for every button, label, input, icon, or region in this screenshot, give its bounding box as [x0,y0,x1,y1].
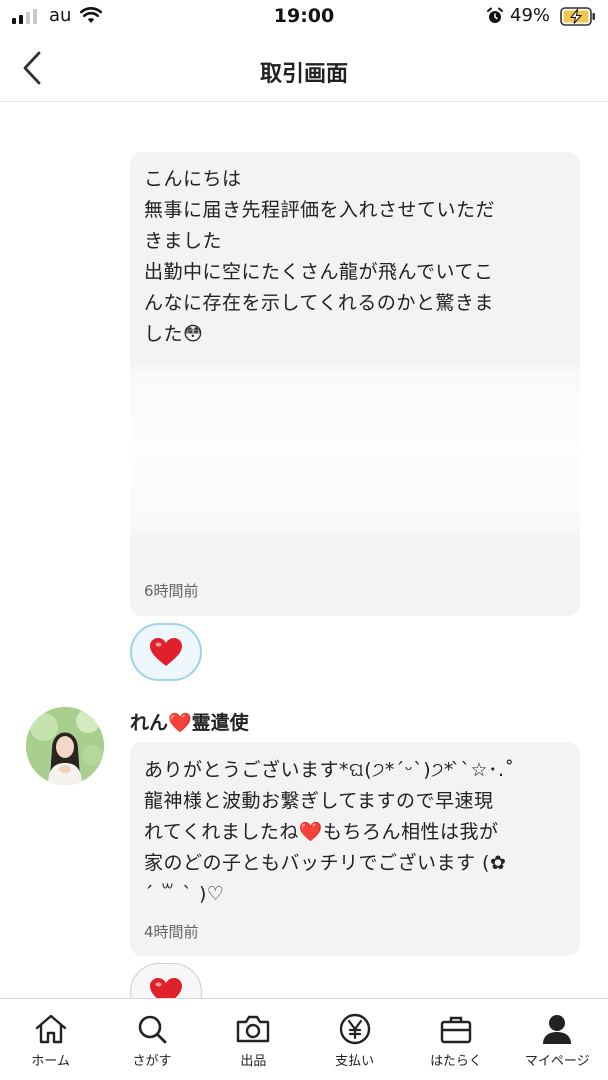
page-title: 取引画面 [259,62,348,87]
search-icon [138,1015,167,1044]
tab-label: 出品 [240,1054,267,1069]
obscured-content [130,362,580,537]
yen-icon [339,1013,370,1045]
message-bubble: こんにちは 無事に届き先程評価を入れさせていただ きました 出勤中に空にたくさん… [130,152,580,616]
status-bar: au 19:00 49% [0,0,608,36]
bottom-tab-bar: ホーム さがす 出品 支払い はたらく マイページ [0,998,608,1080]
sender-avatar[interactable] [26,707,104,785]
app-header: 取引画面 [0,36,608,102]
tab-label: はたらく [430,1054,482,1069]
sender-name: れん❤️霊遣使 [130,708,249,735]
tab-work[interactable]: はたらく [405,999,506,1080]
tab-label: さがす [132,1054,172,1069]
battery-percent: 49% [510,5,551,26]
message-bubble: ありがとうございます*ଘ(੭*ˊᵕˋ)੭* ̀ˋ☆･.˚ 龍神様と波動お繋ぎして… [130,742,580,956]
alarm-icon [486,7,504,29]
message-text: こんにちは 無事に届き先程評価を入れさせていただ きました 出勤中に空にたくさん… [144,168,496,345]
tab-label: 支払い [335,1054,375,1069]
like-button[interactable] [130,623,202,681]
tab-search[interactable]: さがす [101,999,202,1080]
briefcase-icon [440,1016,472,1044]
tab-sell[interactable]: 出品 [203,999,304,1080]
message-timestamp: 6時間前 [144,582,199,600]
message-text: ありがとうございます*ଘ(੭*ˊᵕˋ)੭* ̀ˋ☆･.˚ 龍神様と波動お繋ぎして… [144,759,515,905]
battery-charging-icon [560,7,596,26]
tab-label: ホーム [31,1054,70,1069]
camera-icon [237,1015,270,1043]
person-icon [543,1015,572,1044]
message-timestamp: 4時間前 [144,923,199,941]
tab-label: マイページ [524,1054,590,1069]
tab-home[interactable]: ホーム [0,999,101,1080]
tab-payment[interactable]: 支払い [304,999,405,1080]
heart-icon [150,638,182,666]
tab-mypage[interactable]: マイページ [507,999,608,1080]
home-icon [35,1014,66,1044]
sender-name-text: れん❤️霊遣使 [130,712,249,734]
